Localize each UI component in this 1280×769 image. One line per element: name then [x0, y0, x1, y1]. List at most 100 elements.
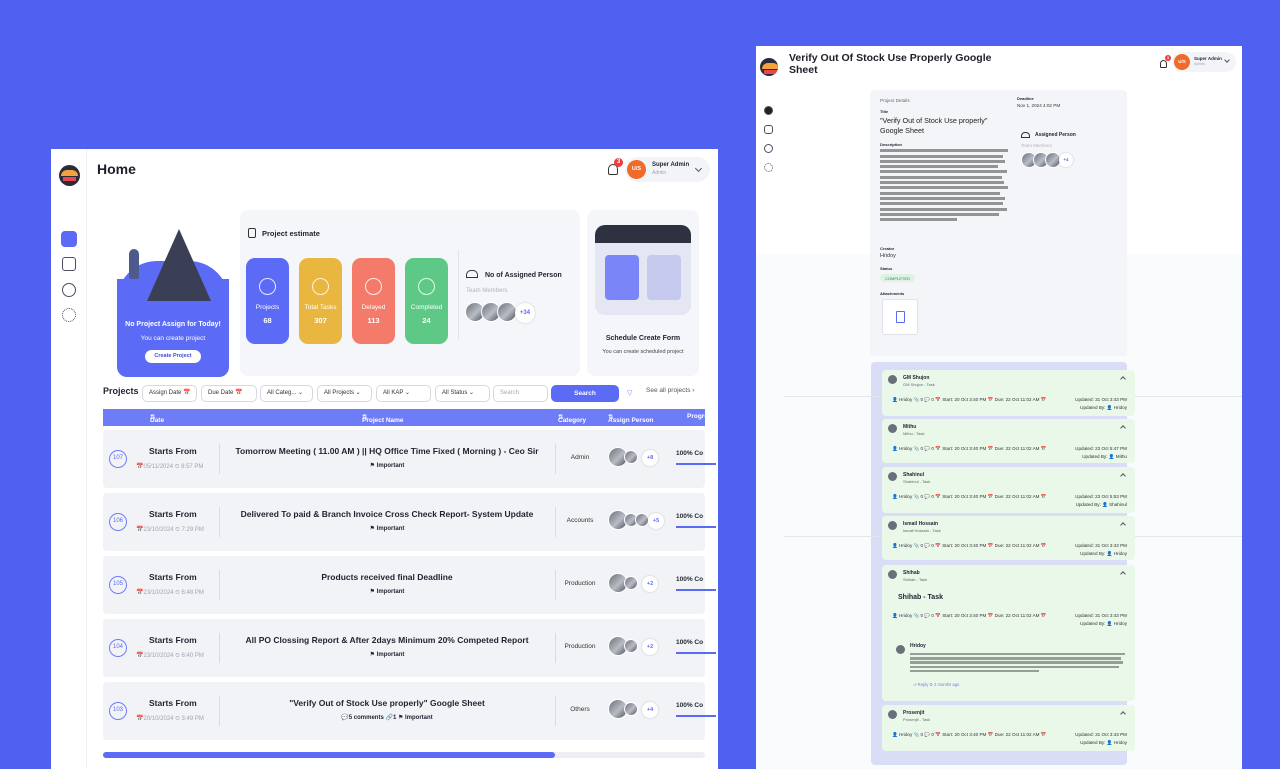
- task-updated-by: Updated By: 👤 Hridoy: [1080, 551, 1127, 556]
- chevron-up-icon[interactable]: [1120, 711, 1126, 717]
- col-date[interactable]: Date ⇅: [150, 413, 164, 424]
- task-subtitle: Shihab - Task: [903, 577, 928, 582]
- stat-card-delayed[interactable]: Delayed 113: [352, 258, 395, 344]
- task-meta: 👤 Hridoy 📎 0 💬 0 📅 Start: 20 Oct 3:40 PM…: [892, 446, 1047, 451]
- kap-filter[interactable]: All KAP ⌄: [376, 385, 431, 402]
- bell-icon[interactable]: [1160, 60, 1167, 68]
- app-logo: [760, 58, 778, 76]
- scrollbar-thumb[interactable]: [103, 752, 555, 758]
- project-name[interactable]: Products received final Deadline: [221, 572, 553, 582]
- avatar: [624, 576, 638, 590]
- table-header: Date ⇅ Project Name ⇅ Category ⇅ Assign …: [103, 409, 708, 426]
- chevron-up-icon[interactable]: [1120, 425, 1126, 431]
- progress-bar: [676, 652, 716, 654]
- search-button[interactable]: Search: [551, 385, 619, 402]
- schedule-subtitle: You can create scheduled project: [602, 349, 684, 355]
- table-row[interactable]: 106 Starts From 📅23/10/2024 ⏲ 7:29 PM Deliv…: [103, 493, 716, 551]
- schedule-card[interactable]: Schedule Create Form You can create sche…: [587, 210, 699, 376]
- starts-from-label: Starts From: [149, 635, 197, 645]
- comment-actions[interactable]: ⏎ Reply ⏲ 2 months ago: [913, 682, 959, 687]
- task-card[interactable]: Prosenjit Prosenjit - Task 👤 Hridoy 📎 0 💬 …: [882, 705, 1135, 751]
- filter-icon[interactable]: ▽: [627, 389, 632, 397]
- more-members-badge[interactable]: +4: [1059, 153, 1073, 167]
- task-card[interactable]: GM Shujon GM Shujon - Task 👤 Hridoy 📎 0 💬 …: [882, 370, 1135, 416]
- col-assign-person[interactable]: Assign Person ⇅: [608, 413, 654, 424]
- status-filter[interactable]: All Status ⌄: [435, 385, 490, 402]
- more-assignees-badge[interactable]: +2: [642, 576, 658, 592]
- stat-card-total-tasks[interactable]: Total Tasks 307: [299, 258, 342, 344]
- project-name[interactable]: Delivered To paid & Branch Invoice Cross…: [221, 509, 553, 519]
- chevron-up-icon[interactable]: [1120, 571, 1126, 577]
- assign-date-filter[interactable]: Assign Date 📅: [142, 385, 197, 402]
- table-row[interactable]: 104 Starts From 📅23/10/2024 ⏲ 6:40 PM All P…: [103, 619, 716, 677]
- search-input[interactable]: Search: [493, 385, 548, 402]
- project-name[interactable]: "Verify Out of Stock Use properly" Googl…: [221, 698, 553, 708]
- user-menu[interactable]: U/S Super Admin Admin: [625, 157, 710, 182]
- progress-label: 100% Co: [676, 639, 704, 646]
- details-section-title: Project Details: [880, 98, 910, 103]
- stat-card-projects[interactable]: Projects 68: [246, 258, 289, 344]
- sidebar-reports-icon[interactable]: [764, 125, 773, 134]
- attachment-file[interactable]: [882, 299, 918, 335]
- task-updated: Updated: 31 Oct 3:43 PM: [1075, 732, 1127, 737]
- assignee-avatars: +5: [608, 510, 668, 534]
- table-row[interactable]: 103 Starts From 📅20/10/2024 ⏲ 3:49 PM "Veri…: [103, 682, 716, 740]
- more-assignees-badge[interactable]: +8: [642, 450, 658, 466]
- due-date-filter[interactable]: Due Date 📅: [201, 385, 257, 402]
- priority-tag: ⚑ Important: [369, 463, 405, 469]
- sidebar-users-icon[interactable]: [764, 144, 773, 153]
- task-updated: Updated: 31 Oct 3:43 PM: [1075, 543, 1127, 548]
- see-all-projects-link[interactable]: See all projects ›: [646, 387, 694, 394]
- sidebar-settings-icon[interactable]: [62, 308, 76, 322]
- table-row[interactable]: 105 Starts From 📅23/10/2024 ⏲ 6:48 PM Produ…: [103, 556, 716, 614]
- sidebar-settings-icon[interactable]: [764, 163, 773, 172]
- chevron-up-icon[interactable]: [1120, 473, 1126, 479]
- chevron-up-icon[interactable]: [1120, 376, 1126, 382]
- stat-label: Completed: [410, 304, 443, 311]
- task-meta: 👤 Hridoy 📎 0 💬 0 📅 Start: 20 Oct 3:40 PM…: [892, 397, 1047, 402]
- project-number: 107: [109, 450, 127, 468]
- more-assignees-badge[interactable]: +4: [642, 702, 658, 718]
- description-text: [880, 147, 1008, 223]
- projects-filter[interactable]: All Projects ⌄: [317, 385, 372, 402]
- task-owner: Shihab: [903, 570, 920, 576]
- project-name[interactable]: All PO Clossing Report & After 2days Min…: [221, 635, 553, 645]
- task-card[interactable]: Ismail Hossain Ismail Hossain - Task 👤 Hri…: [882, 516, 1135, 560]
- task-card[interactable]: Shihab Shihab - Task Shihab - Task Hridoy ⏎ …: [882, 565, 1135, 701]
- deadline-label: Deadline: [1017, 96, 1034, 101]
- creator-value: Hridoy: [880, 253, 896, 259]
- col-progress[interactable]: Progre: [687, 413, 708, 420]
- task-card[interactable]: Shahinul Shahinul - Task 👤 Hridoy 📎 0 💬 0 …: [882, 467, 1135, 513]
- more-assignees-badge[interactable]: +5: [648, 513, 664, 529]
- category: Production: [564, 643, 596, 650]
- avatar: [888, 375, 897, 384]
- start-date: 📅23/10/2024 ⏲ 6:48 PM: [136, 590, 204, 596]
- col-category[interactable]: Category ⇅: [558, 413, 586, 424]
- avatar: [888, 570, 897, 579]
- sidebar-reports-icon[interactable]: [62, 257, 76, 271]
- user-name: Super Admin: [1194, 56, 1222, 61]
- user-role: Admin: [1194, 62, 1205, 66]
- project-name[interactable]: Tomorrow Meeting ( 11.00 AM ) || HQ Offi…: [221, 446, 553, 456]
- chevron-up-icon[interactable]: [1120, 522, 1126, 528]
- col-project-name[interactable]: Project Name ⇅: [362, 413, 404, 424]
- category-filter[interactable]: All Categ... ⌄: [260, 385, 313, 402]
- user-menu[interactable]: U/S Super Admin Admin: [1172, 52, 1236, 72]
- sidebar-dashboard-icon[interactable]: [764, 106, 773, 115]
- task-subtitle: Shahinul - Task: [903, 479, 931, 484]
- create-project-button[interactable]: Create Project: [145, 350, 201, 363]
- task-subtitle: GM Shujon - Task: [903, 382, 935, 387]
- more-members-badge[interactable]: +34: [515, 303, 535, 323]
- table-row[interactable]: 107 Starts From 📅05/11/2024 ⏲ 8:57 PM Tomor…: [103, 430, 716, 488]
- more-assignees-badge[interactable]: +2: [642, 639, 658, 655]
- avatar: [635, 513, 649, 527]
- stat-icon: [312, 278, 329, 295]
- sidebar-users-icon[interactable]: [62, 283, 76, 297]
- horizontal-scrollbar[interactable]: [103, 752, 705, 758]
- sidebar-dashboard-icon[interactable]: [61, 231, 77, 247]
- divider: [219, 696, 220, 726]
- task-card[interactable]: Mithu Mithu - Task 👤 Hridoy 📎 0 💬 0 📅 Star…: [882, 419, 1135, 463]
- stat-card-completed[interactable]: Completed 24: [405, 258, 448, 344]
- app-logo: [59, 165, 80, 186]
- project-detail-window: Verify Out Of Stock Use Properly Google …: [756, 46, 1242, 769]
